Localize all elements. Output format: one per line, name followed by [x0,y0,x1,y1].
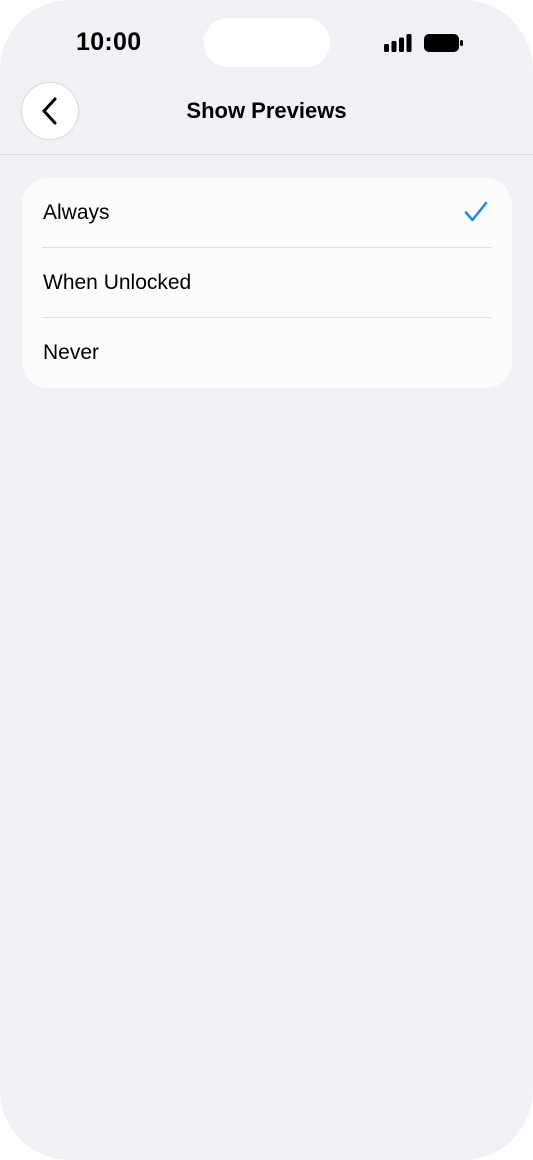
option-label: Always [43,201,110,224]
status-bar: 10:00 [0,0,533,86]
preview-options-list: Always When Unlocked Never [22,178,512,388]
option-never[interactable]: Never [22,318,512,388]
page-title: Show Previews [186,98,347,123]
option-when-unlocked[interactable]: When Unlocked [22,248,512,318]
signal-icon [384,34,412,52]
checkmark-icon [464,201,488,222]
option-label: When Unlocked [43,271,192,294]
option-label: Never [43,341,100,364]
battery-icon [424,34,463,52]
navigation-bar: Show Previews [0,78,533,155]
status-time: 10:00 [76,28,142,56]
option-always[interactable]: Always [22,178,512,248]
phone-screen: 10:00 Show Previews Always When Unlocked… [0,0,533,1160]
dynamic-island [204,18,330,67]
